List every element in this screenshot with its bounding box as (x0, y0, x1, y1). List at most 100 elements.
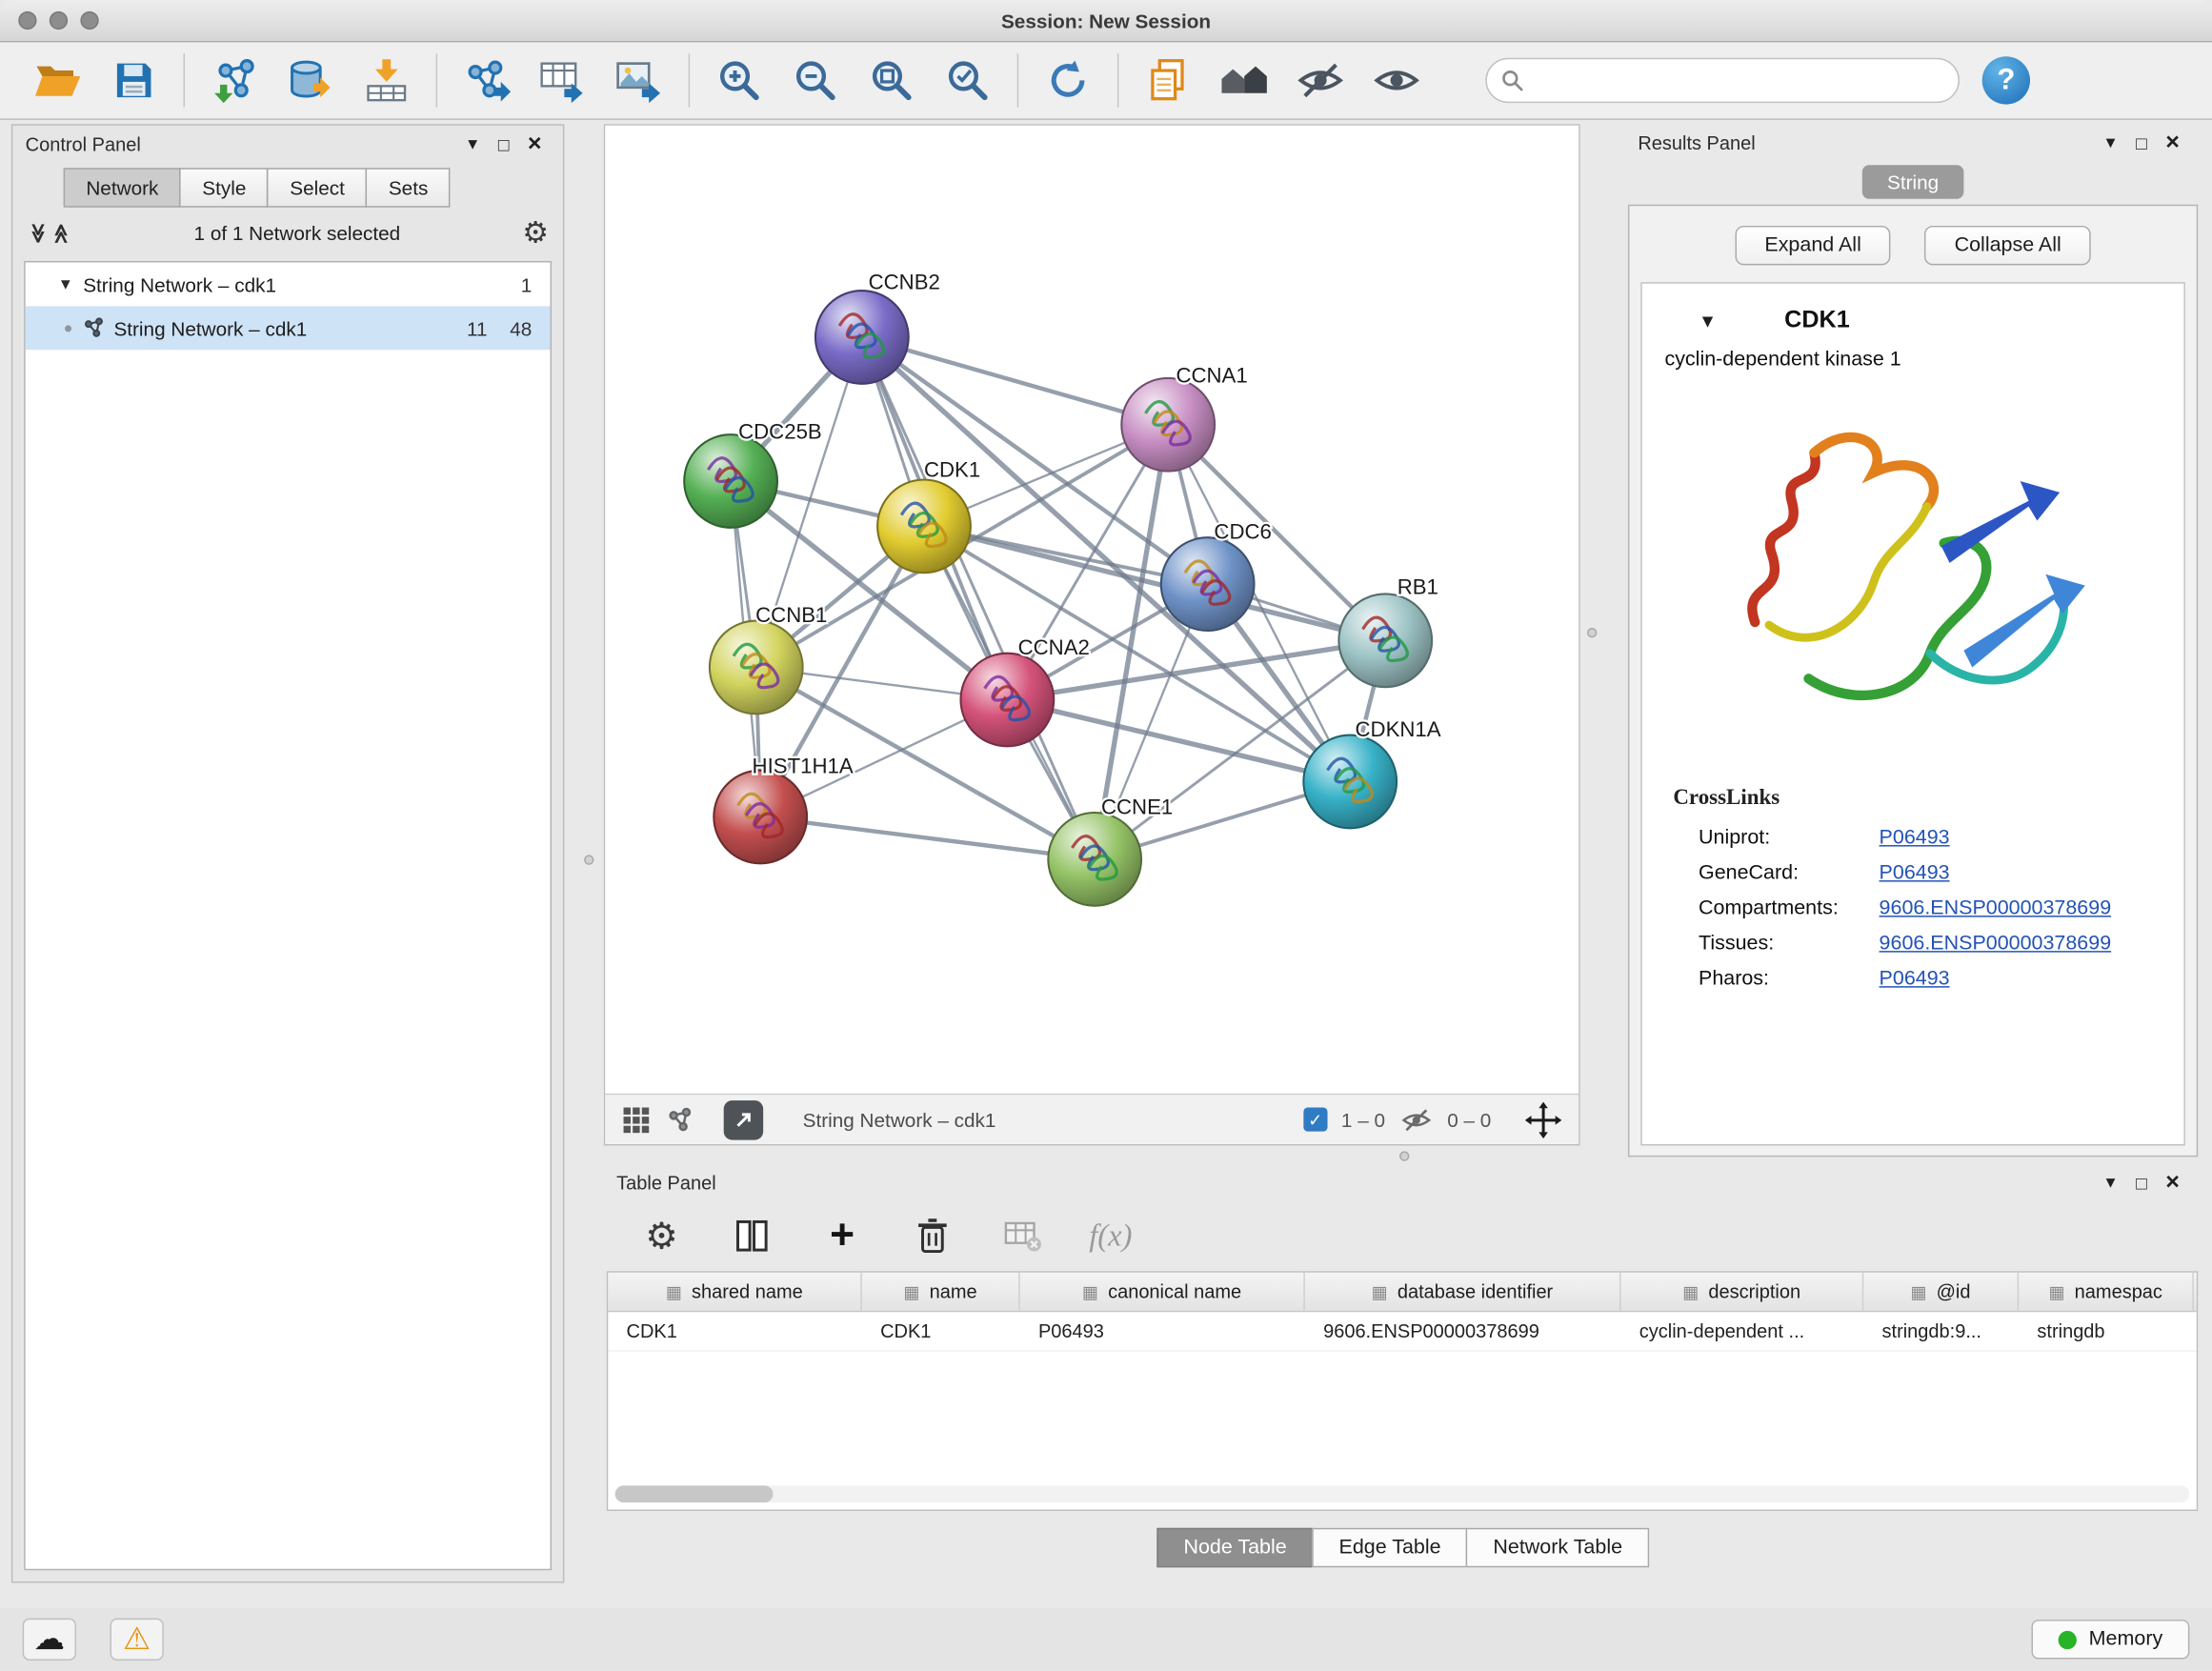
network-graph[interactable]: CCNB2CCNA1CDC25BCDK1CDC6RB1CCNB1CCNA2CDK… (605, 126, 1579, 1094)
network-options-gear-icon[interactable]: ⚙ (522, 218, 549, 248)
show-graphics-details-button[interactable] (1206, 48, 1282, 112)
network-view-icon[interactable] (667, 1107, 693, 1133)
panel-close-icon[interactable]: × (2157, 1168, 2188, 1197)
network-edge[interactable] (924, 526, 1385, 640)
search-input[interactable] (1534, 70, 1944, 92)
table-tab-node-table[interactable]: Node Table (1156, 1528, 1314, 1567)
table-cell[interactable]: cyclin-dependent ... (1621, 1312, 1864, 1350)
import-table-button[interactable] (349, 48, 425, 112)
collapse-all-icon[interactable]: ≫ (26, 222, 50, 245)
tree-expand-icon[interactable]: ▼ (58, 276, 73, 293)
control-tab-sets[interactable]: Sets (366, 168, 451, 207)
table-tab-network-table[interactable]: Network Table (1466, 1528, 1649, 1567)
hide-details-button[interactable] (1282, 48, 1358, 112)
table-cell[interactable]: CDK1 (608, 1312, 862, 1350)
expand-all-button[interactable]: Expand All (1735, 226, 1891, 265)
apply-layout-button[interactable] (1030, 48, 1106, 112)
add-column-icon[interactable]: + (818, 1212, 866, 1259)
crosslink-value-link[interactable]: P06493 (1880, 967, 1950, 990)
export-network-button[interactable] (449, 48, 525, 112)
show-details-button[interactable] (1358, 48, 1435, 112)
network-node-RB1[interactable] (1338, 594, 1432, 687)
network-item-row[interactable]: ● String Network – cdk1 11 48 (26, 306, 551, 350)
panel-float-icon[interactable]: □ (2126, 131, 2158, 152)
panel-close-icon[interactable]: × (519, 130, 551, 158)
table-tab-edge-table[interactable]: Edge Table (1312, 1528, 1467, 1567)
cloud-status-button[interactable]: ☁ (23, 1619, 76, 1661)
crosslink-value-link[interactable]: 9606.ENSP00000378699 (1880, 932, 2112, 955)
tab-string[interactable]: String (1861, 165, 1963, 199)
scrollbar-thumb[interactable] (615, 1485, 774, 1502)
column-header-name[interactable]: ▦name (862, 1273, 1020, 1311)
minimize-window-button[interactable] (50, 11, 68, 30)
column-header--id[interactable]: ▦@id (1863, 1273, 2019, 1311)
export-table-button[interactable] (525, 48, 601, 112)
delete-column-trash-icon[interactable] (909, 1212, 956, 1259)
toolbar-search[interactable] (1485, 58, 1960, 103)
export-image-button[interactable] (601, 48, 677, 112)
network-node-CCNB1[interactable] (710, 621, 803, 715)
table-cell[interactable]: P06493 (1020, 1312, 1305, 1350)
panel-menu-icon[interactable]: ▾ (2095, 1171, 2126, 1194)
bottom-splitter-handle[interactable] (1399, 1151, 1409, 1160)
network-node-CDKN1A[interactable] (1303, 735, 1397, 829)
collapse-all-button[interactable]: Collapse All (1925, 226, 2091, 265)
column-header-namespac[interactable]: ▦namespac (2019, 1273, 2194, 1311)
network-canvas[interactable]: CCNB2CCNA1CDC25BCDK1CDC6RB1CCNB1CCNA2CDK… (605, 126, 1579, 1094)
right-splitter-handle[interactable] (1587, 628, 1597, 637)
birdseye-view-button[interactable] (724, 1099, 763, 1138)
network-collection-row[interactable]: ▼ String Network – cdk1 1 (26, 262, 551, 306)
zoom-window-button[interactable] (80, 11, 98, 30)
network-node-CCNE1[interactable] (1048, 813, 1141, 906)
table-cell[interactable]: stringdb (2019, 1312, 2194, 1350)
left-splitter-handle[interactable] (584, 855, 593, 864)
crosslink-value-link[interactable]: P06493 (1880, 826, 1950, 849)
network-node-HIST1H1A[interactable] (714, 771, 807, 864)
column-header-database-identifier[interactable]: ▦database identifier (1305, 1273, 1621, 1311)
import-network-from-database-button[interactable] (272, 48, 349, 112)
network-node-CDC25B[interactable] (684, 434, 777, 528)
horizontal-scrollbar[interactable] (615, 1485, 2190, 1502)
close-window-button[interactable] (18, 11, 36, 30)
expand-all-icon[interactable]: ≫ (49, 222, 72, 245)
zoom-out-button[interactable] (777, 48, 854, 112)
pan-crosshair-icon[interactable] (1525, 1101, 1562, 1138)
column-header-canonical-name[interactable]: ▦canonical name (1020, 1273, 1305, 1311)
zoom-fit-button[interactable] (854, 48, 930, 112)
table-cell[interactable]: 9606.ENSP00000378699 (1305, 1312, 1621, 1350)
zoom-selected-button[interactable] (930, 48, 1006, 112)
grid-view-icon[interactable] (622, 1105, 651, 1134)
control-tab-select[interactable]: Select (268, 168, 368, 207)
save-session-button[interactable] (96, 48, 172, 112)
column-header-description[interactable]: ▦description (1621, 1273, 1864, 1311)
table-cell[interactable]: stringdb:9... (1863, 1312, 2019, 1350)
warnings-button[interactable]: ⚠ (111, 1619, 164, 1661)
network-node-CCNB2[interactable] (815, 291, 909, 384)
network-node-CDC6[interactable] (1161, 537, 1255, 631)
zoom-in-button[interactable] (701, 48, 777, 112)
network-node-CCNA1[interactable] (1121, 378, 1215, 472)
show-columns-icon[interactable] (728, 1212, 775, 1259)
open-session-button[interactable] (20, 48, 96, 112)
network-edge[interactable] (760, 816, 1095, 858)
control-tab-style[interactable]: Style (180, 168, 269, 207)
crosslink-value-link[interactable]: P06493 (1880, 861, 1950, 884)
memory-button[interactable]: Memory (2031, 1620, 2189, 1659)
gene-collapse-icon[interactable]: ▼ (1699, 310, 1717, 331)
table-settings-gear-icon[interactable]: ⚙ (637, 1212, 685, 1259)
selected-checkbox-icon[interactable]: ✓ (1303, 1108, 1327, 1132)
column-header-shared-name[interactable]: ▦shared name (608, 1273, 862, 1311)
panel-float-icon[interactable]: □ (488, 133, 519, 154)
table-row[interactable]: CDK1CDK1P064939606.ENSP00000378699cyclin… (608, 1312, 2196, 1351)
panel-float-icon[interactable]: □ (2126, 1172, 2158, 1193)
import-network-from-file-button[interactable] (196, 48, 272, 112)
control-tab-network[interactable]: Network (64, 168, 181, 207)
network-node-CDK1[interactable] (877, 480, 971, 574)
help-button[interactable]: ? (1982, 56, 2030, 104)
panel-menu-icon[interactable]: ▾ (457, 132, 489, 155)
network-edge[interactable] (862, 337, 1095, 859)
network-node-CCNA2[interactable] (960, 654, 1054, 747)
panel-close-icon[interactable]: × (2157, 129, 2188, 157)
panel-menu-icon[interactable]: ▾ (2095, 131, 2126, 154)
crosslink-value-link[interactable]: 9606.ENSP00000378699 (1880, 896, 2112, 919)
